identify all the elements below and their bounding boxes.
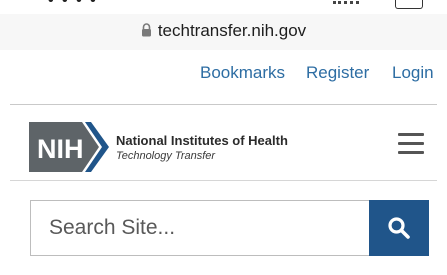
search-input[interactable] bbox=[31, 201, 369, 254]
battery-icon bbox=[395, 0, 423, 9]
search-icon bbox=[387, 216, 410, 239]
nav-divider bbox=[10, 104, 437, 105]
search-button[interactable] bbox=[368, 199, 429, 256]
nih-logo[interactable]: NIH bbox=[29, 122, 109, 172]
status-time-clipped: • • • • bbox=[48, 0, 98, 9]
hamburger-menu-icon[interactable] bbox=[398, 132, 424, 154]
url-display[interactable]: techtransfer.nih.gov bbox=[0, 21, 447, 42]
site-header: NIH National Institutes of Health Techno… bbox=[0, 106, 447, 180]
register-link[interactable]: Register bbox=[306, 63, 369, 83]
url-text: techtransfer.nih.gov bbox=[157, 21, 307, 40]
org-name: National Institutes of Health bbox=[116, 133, 288, 148]
status-bar: • • • • bbox=[0, 0, 447, 14]
search-box bbox=[30, 199, 429, 256]
logo-text: NIH bbox=[37, 134, 84, 164]
top-nav: Bookmarks Register Login bbox=[0, 50, 447, 106]
login-link[interactable]: Login bbox=[392, 63, 434, 83]
signal-icon bbox=[333, 1, 359, 8]
header-divider bbox=[10, 180, 437, 181]
browser-url-bar[interactable]: techtransfer.nih.gov bbox=[0, 14, 447, 50]
org-subtitle: Technology Transfer bbox=[116, 150, 216, 162]
lock-icon bbox=[141, 22, 152, 42]
bookmarks-link[interactable]: Bookmarks bbox=[200, 63, 285, 83]
